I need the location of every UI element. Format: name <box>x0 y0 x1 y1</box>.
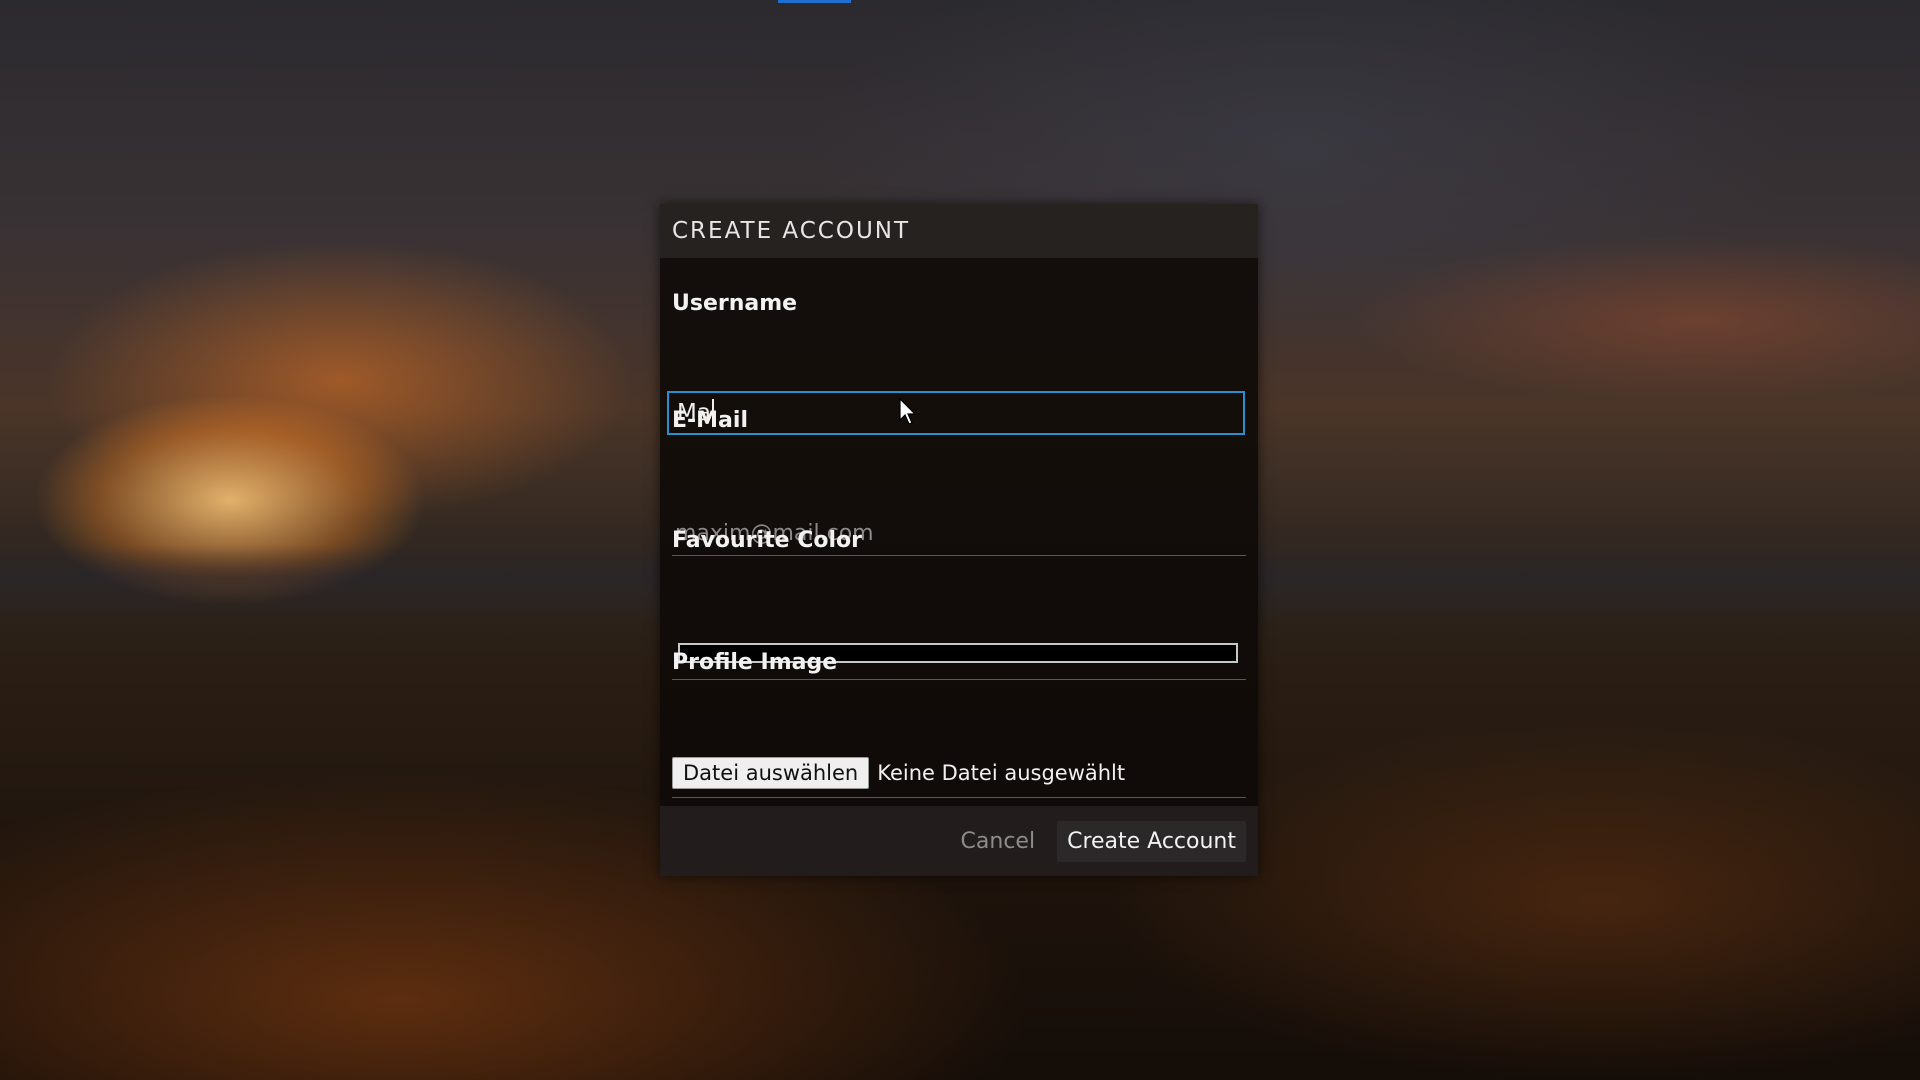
file-status-text: Keine Datei ausgewählt <box>877 761 1126 785</box>
top-activity-indicator <box>778 0 851 3</box>
dialog-title: CREATE ACCOUNT <box>672 218 911 244</box>
username-input[interactable]: Ma <box>667 391 1245 435</box>
dialog-body: Username Ma E-Mail maxim@mail.com Favour… <box>660 258 1258 806</box>
choose-file-button[interactable]: Datei auswählen <box>672 757 870 789</box>
create-account-button[interactable]: Create Account <box>1057 820 1246 862</box>
desktop-background: CREATE ACCOUNT Username Ma E-Mail maxim@… <box>0 0 1920 1080</box>
email-label: E-Mail <box>672 408 748 433</box>
create-account-dialog: CREATE ACCOUNT Username Ma E-Mail maxim@… <box>660 204 1258 876</box>
file-input: Datei auswählen Keine Datei ausgewählt <box>672 749 1246 798</box>
dialog-header: CREATE ACCOUNT <box>660 204 1258 258</box>
cancel-button[interactable]: Cancel <box>961 829 1036 854</box>
mouse-pointer-icon <box>899 398 917 425</box>
username-label: Username <box>672 291 798 316</box>
dialog-footer: Cancel Create Account <box>660 806 1258 876</box>
color-label: Favourite Color <box>672 528 862 553</box>
profile-image-label: Profile Image <box>672 650 838 675</box>
